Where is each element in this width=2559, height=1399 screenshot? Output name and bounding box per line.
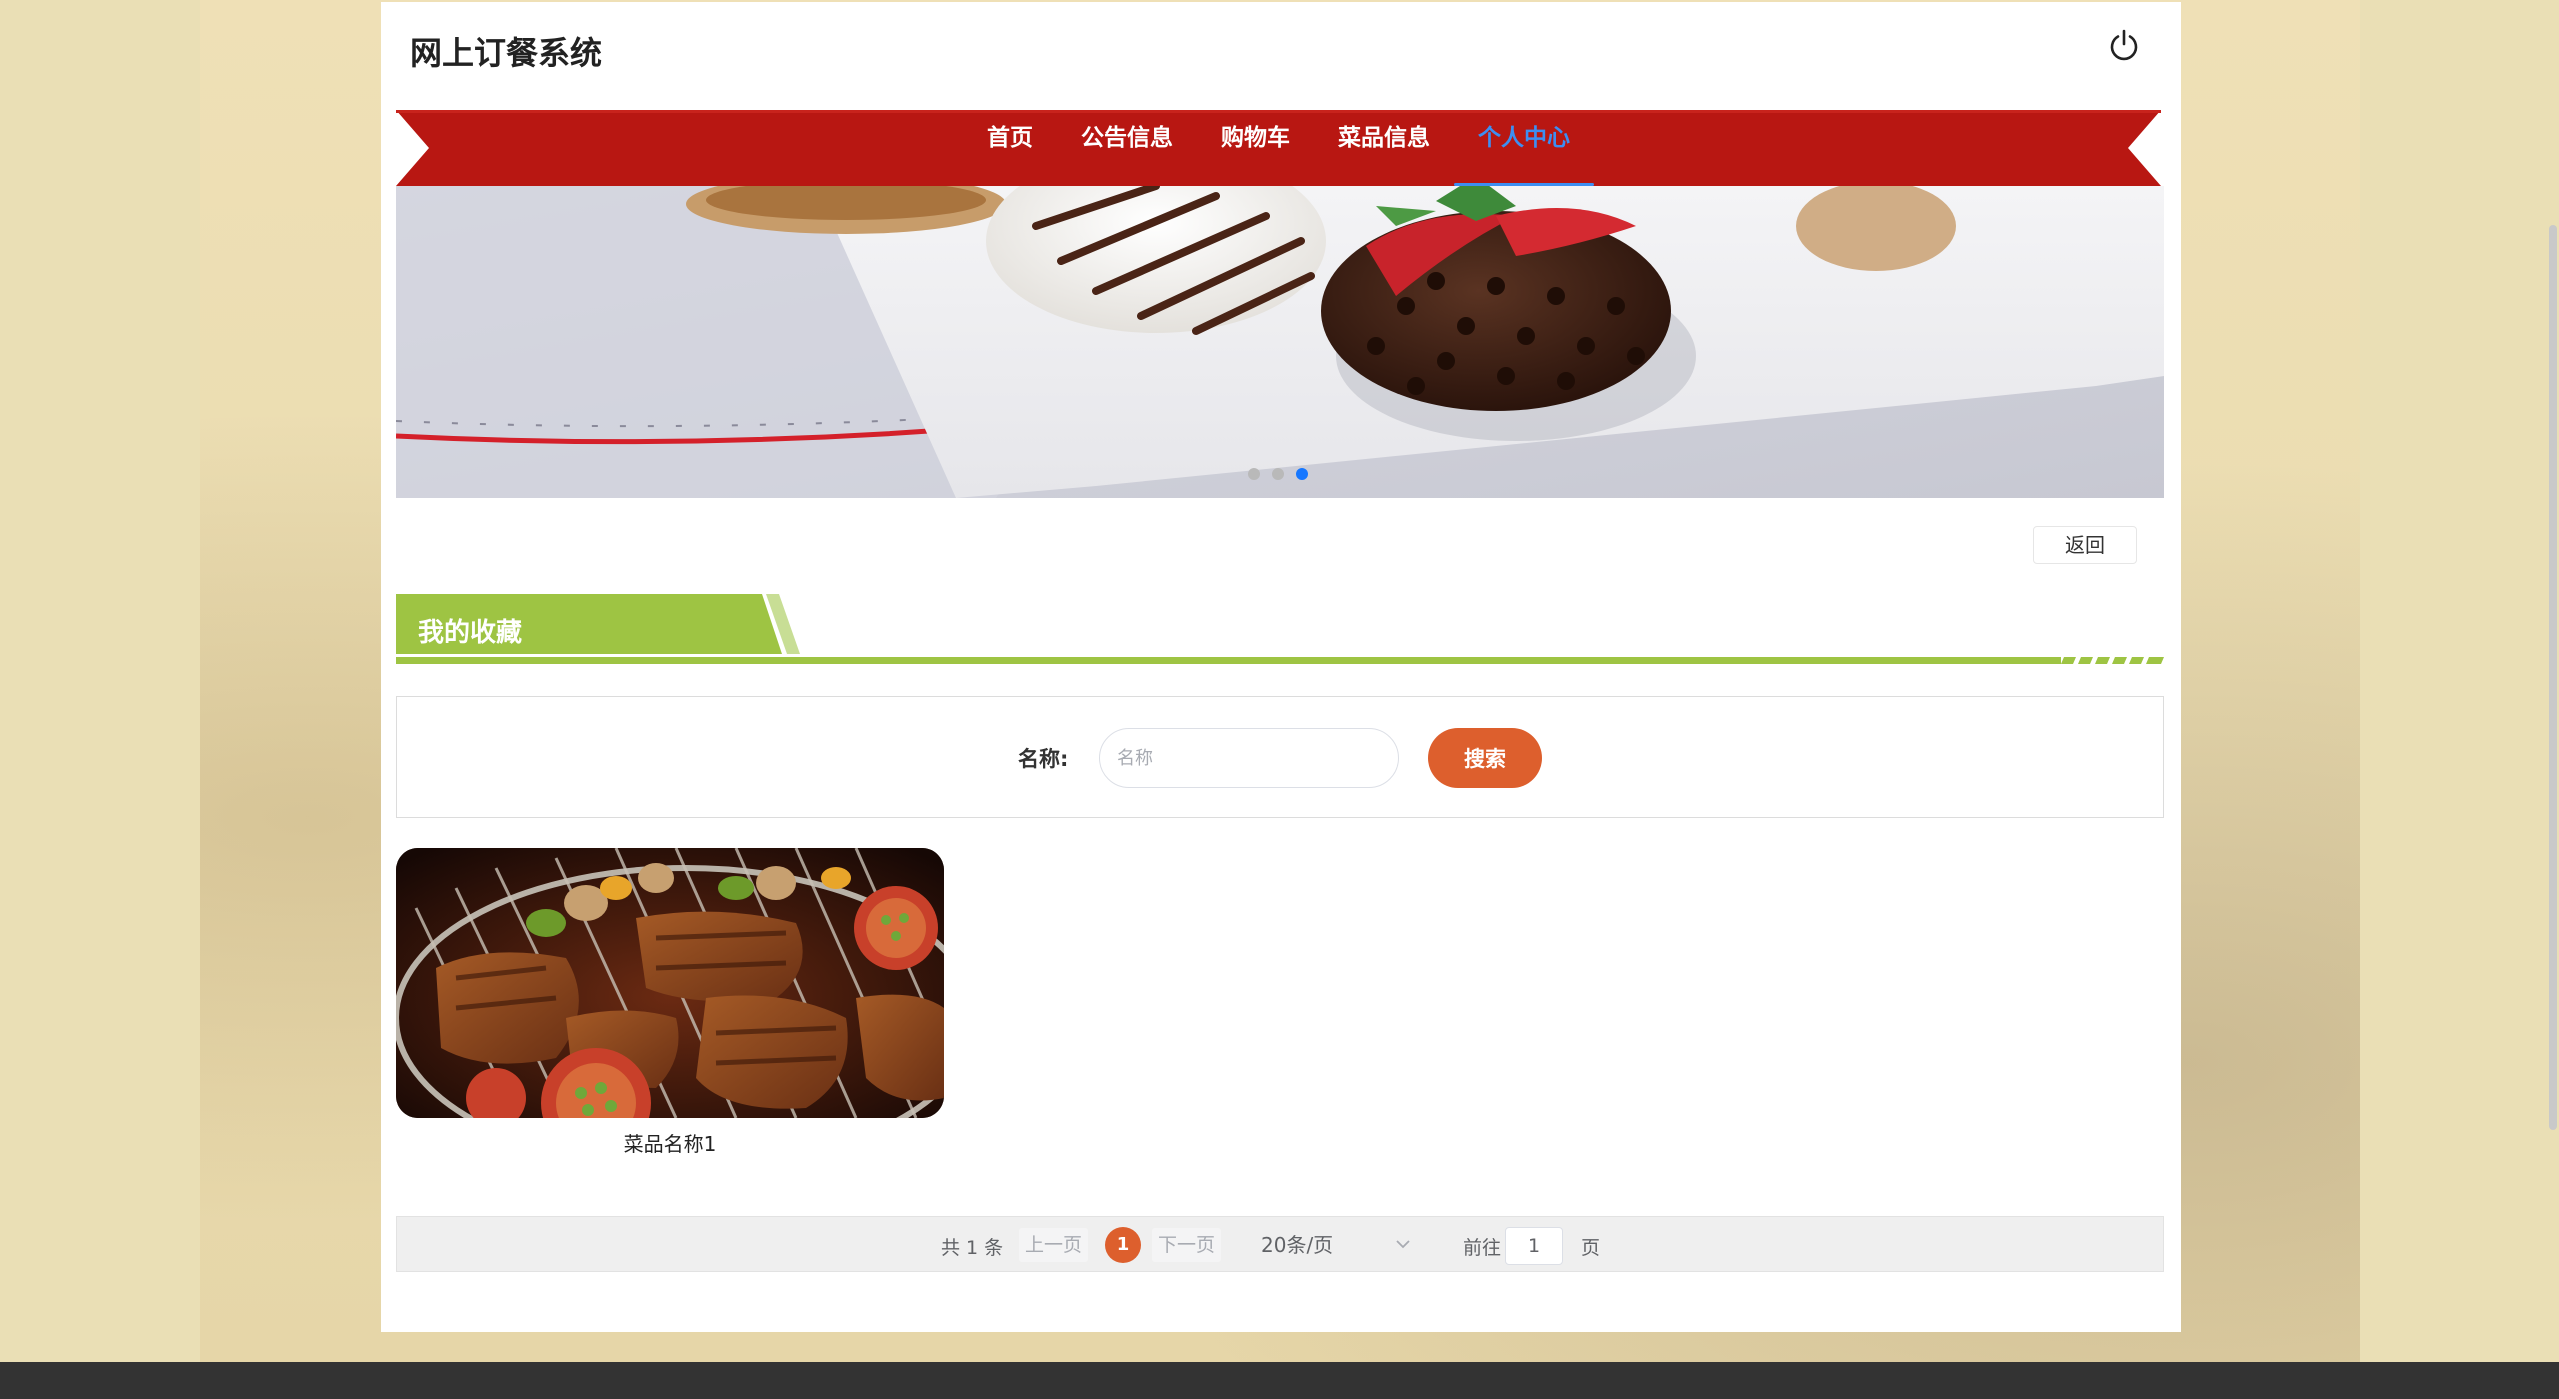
nav-item-announcements[interactable]: 公告信息 [1057, 110, 1197, 186]
dish-name: 菜品名称1 [623, 1132, 717, 1156]
app-title: 网上订餐系统 [410, 34, 603, 72]
search-panel: 名称: 搜索 [396, 696, 2164, 818]
footer-bar [0, 1362, 2559, 1399]
section-title: 我的收藏 [418, 618, 523, 648]
dish-image [396, 848, 944, 1118]
section-header: 我的收藏 [396, 594, 2164, 666]
carousel-dot-3[interactable] [1296, 468, 1308, 480]
nav-item-profile[interactable]: 个人中心 [1454, 110, 1594, 186]
next-page-button[interactable]: 下一页 [1152, 1228, 1222, 1262]
nav-item-cart[interactable]: 购物车 [1197, 110, 1314, 186]
goto-page-input[interactable] [1505, 1227, 1563, 1265]
nav-items: 首页 公告信息 购物车 菜品信息 个人中心 [396, 110, 2161, 186]
main-nav: 首页 公告信息 购物车 菜品信息 个人中心 [396, 110, 2161, 186]
power-icon[interactable] [2107, 28, 2141, 62]
page-number-current[interactable]: 1 [1105, 1227, 1141, 1263]
pagination: 共 1 条 上一页 1 下一页 20条/页 前往 页 [396, 1216, 2164, 1272]
main-container: 网上订餐系统 首页 公告信息 购物车 菜品信息 个人中心 返回 我的收藏 名称:… [381, 2, 2181, 1332]
page-size-select[interactable]: 20条/页 [1245, 1227, 1425, 1263]
search-input[interactable] [1099, 728, 1399, 788]
page-unit-label: 页 [1581, 1237, 1601, 1259]
favorite-card[interactable]: 菜品名称1 [396, 848, 944, 1157]
search-button[interactable]: 搜索 [1428, 728, 1542, 788]
carousel-dot-2[interactable] [1272, 468, 1284, 480]
chevron-down-icon [1395, 1229, 1411, 1270]
header: 网上订餐系统 [381, 2, 2181, 97]
carousel-dot-1[interactable] [1248, 468, 1260, 480]
nav-item-dishes[interactable]: 菜品信息 [1314, 110, 1454, 186]
carousel-indicators [1248, 468, 1308, 480]
search-label: 名称: [1018, 747, 1069, 771]
goto-label: 前往 [1463, 1237, 1502, 1259]
nav-item-home[interactable]: 首页 [963, 110, 1057, 186]
page-size-value: 20条/页 [1261, 1233, 1334, 1257]
banner-image [396, 186, 2164, 498]
banner-carousel[interactable] [396, 186, 2164, 498]
section-header-decoration [396, 594, 2164, 664]
pagination-total: 共 1 条 [941, 1237, 1004, 1259]
back-button[interactable]: 返回 [2033, 526, 2137, 564]
scrollbar-thumb[interactable] [2549, 225, 2557, 1130]
prev-page-button[interactable]: 上一页 [1019, 1228, 1089, 1262]
